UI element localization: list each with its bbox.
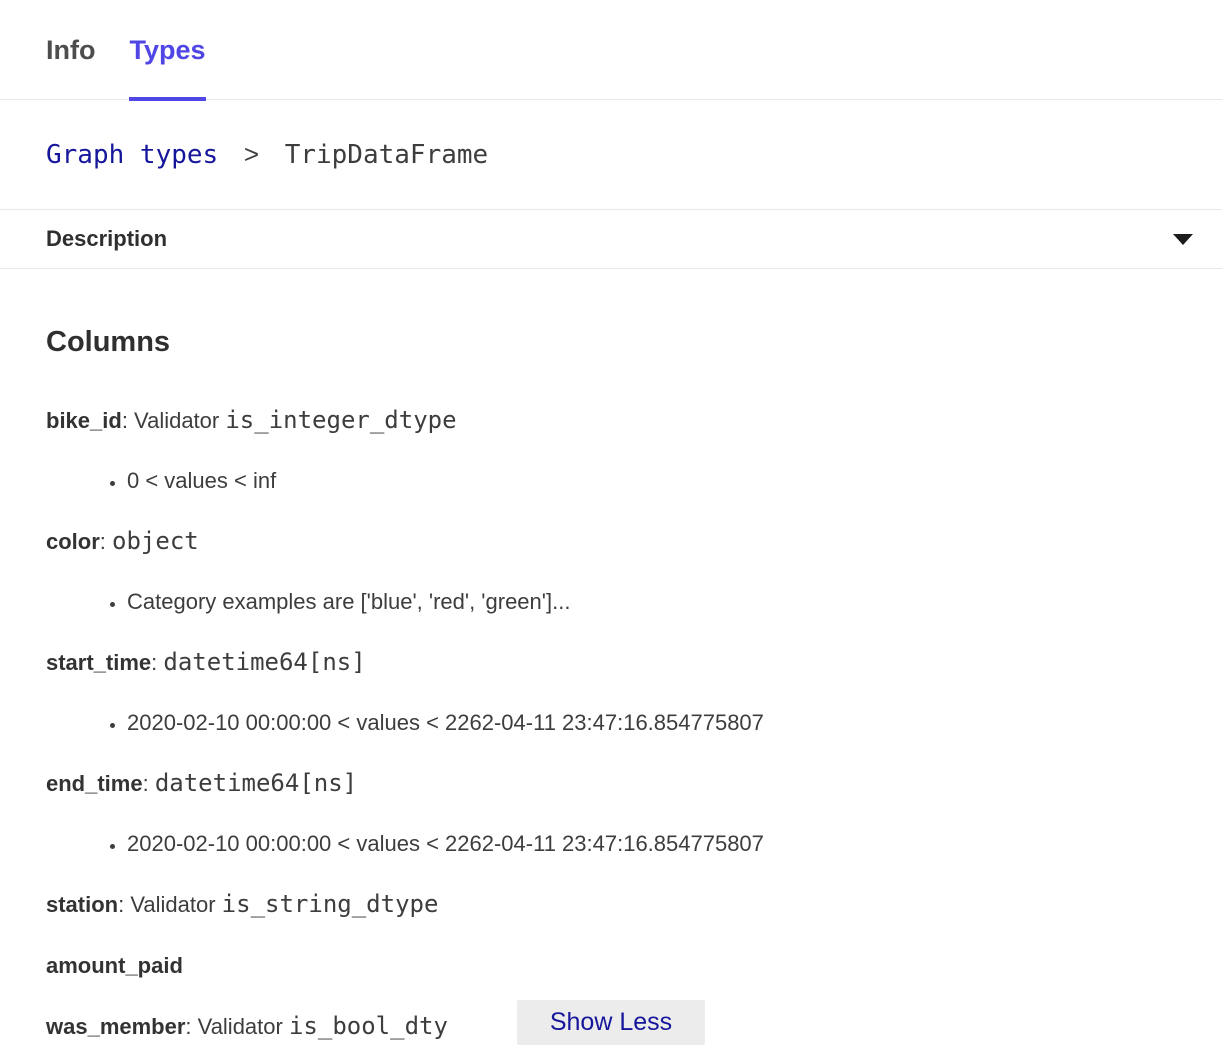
tab-info[interactable]: Info xyxy=(46,34,95,99)
column-mid-text: : xyxy=(100,529,112,554)
column-type-code: is_string_dtype xyxy=(222,890,439,918)
column-mid-text: : Validator xyxy=(185,1014,289,1039)
breadcrumb-link-graph-types[interactable]: Graph types xyxy=(46,140,218,170)
column-mid-text: : Validator xyxy=(122,408,226,433)
column-name: start_time xyxy=(46,650,151,675)
tab-types[interactable]: Types xyxy=(129,34,205,99)
description-section-header[interactable]: Description xyxy=(0,210,1222,269)
constraint-item: 0 < values < inf xyxy=(127,467,1176,495)
column-mid-text: : Validator xyxy=(118,892,222,917)
column-constraints: 2020-02-10 00:00:00 < values < 2262-04-1… xyxy=(46,830,1176,858)
breadcrumb: Graph types > TripDataFrame xyxy=(0,100,1222,210)
column-entry-station: station: Validator is_string_dtype xyxy=(46,890,1176,919)
show-less-button[interactable]: Show Less xyxy=(517,1000,705,1045)
column-type-code: object xyxy=(112,527,199,555)
column-entry-start-time: start_time: datetime64[ns] xyxy=(46,648,1176,677)
column-type-code: datetime64[ns] xyxy=(155,769,357,797)
constraint-item: 2020-02-10 00:00:00 < values < 2262-04-1… xyxy=(127,709,1176,737)
column-name: end_time xyxy=(46,771,143,796)
description-label: Description xyxy=(46,226,167,252)
column-mid-text: : xyxy=(143,771,155,796)
chevron-down-icon[interactable] xyxy=(1172,233,1194,246)
column-type-code: datetime64[ns] xyxy=(163,648,365,676)
column-name: bike_id xyxy=(46,408,122,433)
column-entry-bike-id: bike_id: Validator is_integer_dtype xyxy=(46,406,1176,435)
column-name: amount_paid xyxy=(46,953,183,978)
column-constraints: Category examples are ['blue', 'red', 'g… xyxy=(46,588,1176,616)
breadcrumb-separator: > xyxy=(244,139,259,169)
column-entry-color: color: object xyxy=(46,527,1176,556)
column-name: was_member xyxy=(46,1014,185,1039)
column-name: station xyxy=(46,892,118,917)
constraint-item: 2020-02-10 00:00:00 < values < 2262-04-1… xyxy=(127,830,1176,858)
columns-heading: Columns xyxy=(46,325,1176,360)
column-type-code: is_bool_dty xyxy=(289,1012,448,1040)
column-constraints: 0 < values < inf xyxy=(46,467,1176,495)
column-entry-end-time: end_time: datetime64[ns] xyxy=(46,769,1176,798)
column-entry-amount-paid: amount_paid xyxy=(46,951,1176,980)
column-mid-text: : xyxy=(151,650,163,675)
constraint-item: Category examples are ['blue', 'red', 'g… xyxy=(127,588,1176,616)
column-type-code: is_integer_dtype xyxy=(225,406,456,434)
columns-section: Columns bike_id: Validator is_integer_dt… xyxy=(0,325,1222,1041)
tab-bar: Info Types xyxy=(0,0,1222,100)
breadcrumb-current: TripDataFrame xyxy=(285,140,489,170)
column-constraints: 2020-02-10 00:00:00 < values < 2262-04-1… xyxy=(46,709,1176,737)
column-name: color xyxy=(46,529,100,554)
